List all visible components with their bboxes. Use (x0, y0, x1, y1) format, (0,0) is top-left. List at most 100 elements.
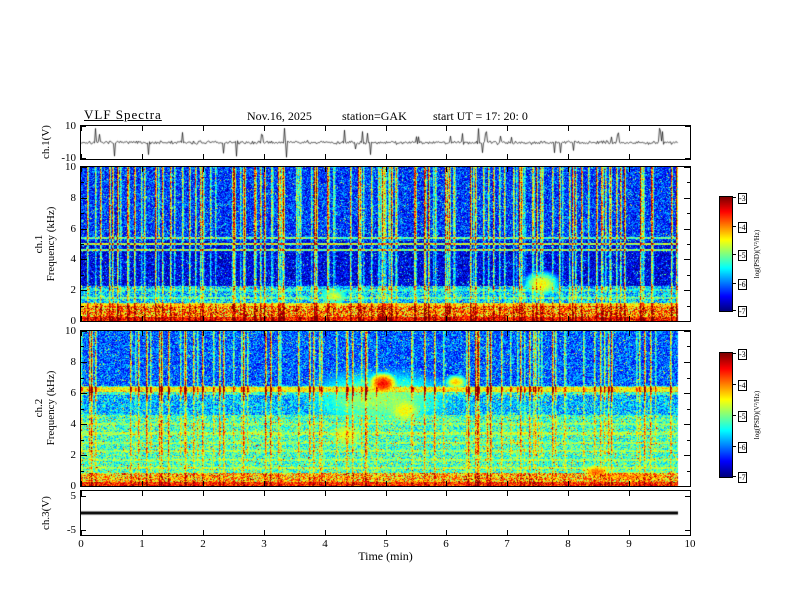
y-tick-mark (81, 455, 87, 456)
y-tick-mark (687, 244, 690, 245)
x-tick-mark (386, 154, 387, 159)
y-tick-mark (81, 213, 84, 214)
x-tick-mark (446, 126, 447, 131)
x-tick-mark (568, 530, 569, 535)
x-tick-mark (568, 481, 569, 486)
x-tick-mark (386, 316, 387, 321)
x-tick-mark (203, 154, 204, 159)
vlf-spectra-screenshot: { "header": { "title": "VLF Spectra", "d… (0, 0, 792, 612)
y-tick-mark (687, 275, 690, 276)
y-tick-label: 6 (70, 223, 77, 235)
y-tick-label: 10 (65, 325, 76, 337)
y-tick-mark (81, 440, 84, 441)
x-tick-mark (568, 126, 569, 131)
x-tick-label: 8 (565, 538, 571, 550)
x-tick-mark (142, 491, 143, 496)
y-tick-mark (684, 321, 690, 322)
x-tick-mark (629, 481, 630, 486)
x-tick-mark (690, 126, 691, 131)
x-tick-mark (568, 331, 569, 336)
y-tick-mark (81, 424, 87, 425)
colorbar-tick-mark (733, 197, 736, 198)
x-tick-mark (446, 481, 447, 486)
colorbar-tick-label: -6 (738, 442, 747, 453)
y-tick-label: 2 (70, 284, 77, 296)
y-tick-mark (687, 182, 690, 183)
y-tick-label: 2 (70, 449, 77, 461)
y-tick-mark (81, 530, 86, 531)
y-tick-mark (684, 167, 690, 168)
x-tick-mark (507, 331, 508, 336)
colorbar-tick-mark (733, 384, 736, 385)
x-tick-mark (142, 530, 143, 535)
y-tick-mark (81, 275, 84, 276)
y-tick-mark (684, 362, 690, 363)
y-tick-mark (684, 229, 690, 230)
x-tick-mark (568, 154, 569, 159)
y-tick-mark (81, 126, 86, 127)
y-tick-mark (684, 198, 690, 199)
y-tick-mark (684, 486, 690, 487)
x-tick-mark (629, 126, 630, 131)
colorbar-tick-label: -5 (738, 411, 747, 422)
x-tick-mark (386, 167, 387, 172)
y-tick-mark (684, 290, 690, 291)
y-tick-mark (81, 259, 87, 260)
colorbar-tick-mark (733, 226, 736, 227)
y-tick-mark (81, 486, 87, 487)
colorbar-tick-label: -3 (738, 349, 747, 360)
y-tick-label: 8 (70, 356, 77, 368)
y-tick-label: 5 (70, 490, 77, 502)
y-tick-label: 6 (70, 387, 77, 399)
x-tick-mark (203, 530, 204, 535)
y-tick-mark (81, 158, 86, 159)
x-tick-mark (264, 530, 265, 535)
y-tick-mark (81, 198, 87, 199)
x-tick-mark (507, 316, 508, 321)
x-tick-mark (629, 331, 630, 336)
y-tick-label: 8 (70, 192, 77, 204)
x-tick-mark (142, 126, 143, 131)
colorbar-tick-mark (733, 415, 736, 416)
y-tick-mark (687, 346, 690, 347)
x-tick-label: 10 (684, 538, 696, 550)
x-tick-mark (264, 316, 265, 321)
x-tick-mark (690, 530, 691, 535)
x-tick-mark (446, 491, 447, 496)
x-tick-mark (690, 481, 691, 486)
y-tick-mark (81, 409, 84, 410)
x-tick-mark (568, 491, 569, 496)
y-tick-mark (81, 346, 84, 347)
colorbar-tick-label: -6 (738, 279, 747, 290)
colorbar-tick-label: -5 (738, 250, 747, 261)
y-tick-mark (81, 471, 84, 472)
y-tick-mark (684, 393, 690, 394)
x-tick-mark (142, 331, 143, 336)
y-tick-mark (685, 530, 690, 531)
axis-ticks-layer: 0 1 2 3 4 5 6 7 8 9 10 0 2 4 6 8 10 0 2 4 6 8 10 10 -10 5 -5 -3 -4 -5… (0, 0, 792, 612)
x-tick-mark (629, 530, 630, 535)
x-tick-label: 7 (504, 538, 510, 550)
y-tick-mark (685, 496, 690, 497)
x-tick-label: 4 (322, 538, 328, 550)
x-tick-mark (142, 481, 143, 486)
x-tick-mark (325, 316, 326, 321)
y-tick-mark (687, 471, 690, 472)
x-tick-label: 2 (200, 538, 206, 550)
x-tick-mark (325, 167, 326, 172)
x-tick-mark (629, 167, 630, 172)
y-tick-mark (684, 424, 690, 425)
y-tick-mark (687, 213, 690, 214)
x-tick-mark (386, 126, 387, 131)
x-tick-mark (142, 167, 143, 172)
x-tick-mark (142, 154, 143, 159)
y-tick-mark (81, 496, 86, 497)
x-tick-mark (203, 316, 204, 321)
colorbar-tick-label: -7 (738, 306, 747, 317)
x-tick-mark (386, 481, 387, 486)
y-tick-label: -5 (66, 524, 76, 536)
y-tick-mark (81, 290, 87, 291)
x-tick-mark (629, 154, 630, 159)
x-tick-mark (507, 154, 508, 159)
x-tick-mark (325, 491, 326, 496)
